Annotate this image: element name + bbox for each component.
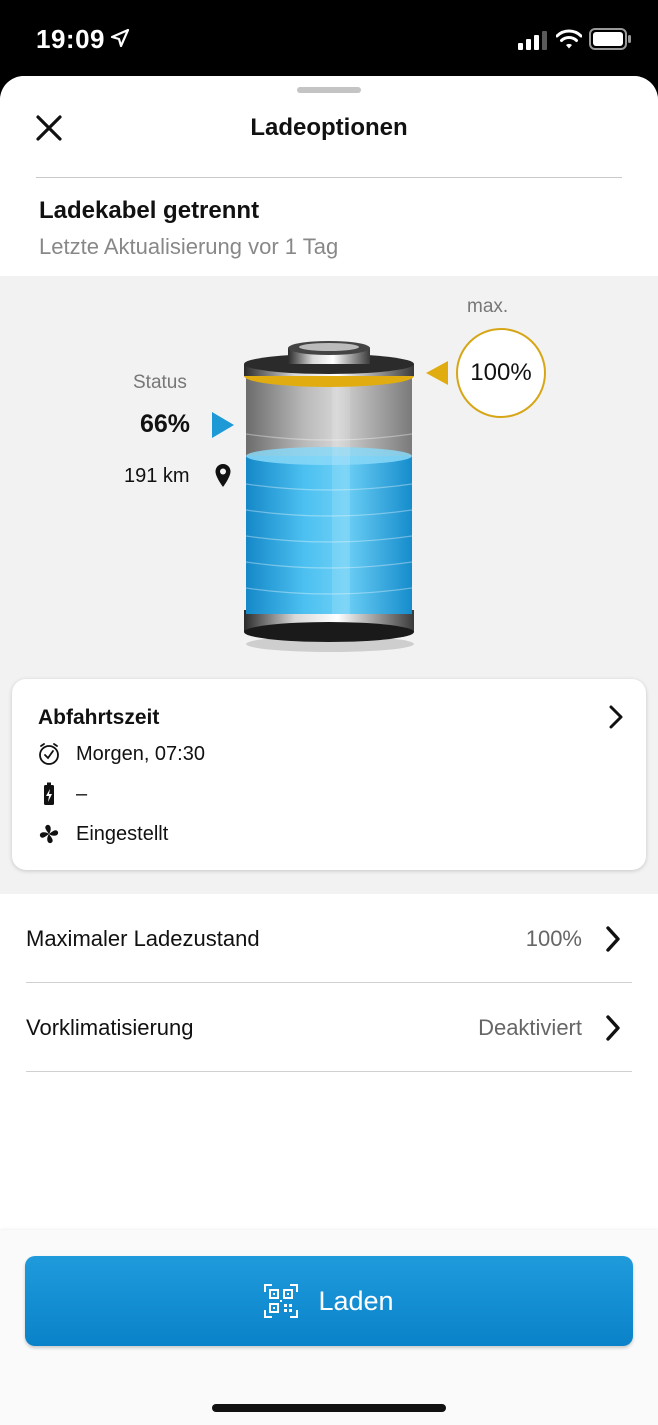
sheet-header: Ladeoptionen Ladekabel getrennt Letzte A… — [0, 76, 658, 276]
max-label: max. — [467, 296, 509, 317]
battery-graphic — [244, 341, 414, 652]
charging-options-sheet: Ladeoptionen Ladekabel getrennt Letzte A… — [0, 76, 658, 1425]
departure-climate-row: Eingestellt — [38, 820, 168, 848]
cable-status: Ladekabel getrennt — [39, 197, 260, 224]
list-item-label: Maximaler Ladezustand — [26, 926, 260, 951]
chevron-right-icon — [606, 926, 620, 952]
header-divider — [36, 177, 622, 178]
clock-icon — [39, 743, 59, 765]
list-item-max-charge[interactable]: Maximaler Ladezustand 100% — [26, 894, 632, 983]
chevron-right-icon — [609, 705, 623, 729]
departure-charge-row: – — [38, 780, 87, 808]
bottom-action-bar: Laden — [0, 1230, 658, 1425]
status-percentage: 66% — [140, 410, 191, 438]
departure-title: Abfahrtszeit — [38, 706, 160, 729]
departure-time-card[interactable]: Abfahrtszeit Morgen, 07:30 – Eingestellt — [12, 679, 646, 870]
settings-list: Maximaler Ladezustand 100% Vorklimatisie… — [0, 894, 658, 1230]
list-item-label: Vorklimatisierung — [26, 1015, 194, 1040]
charge-button-label: Laden — [318, 1285, 394, 1316]
home-indicator — [212, 1404, 446, 1412]
qr-code-icon — [264, 1284, 299, 1318]
list-item-value: Deaktiviert — [478, 1015, 582, 1040]
list-item-value: 100% — [525, 926, 582, 951]
departure-time-row: Morgen, 07:30 — [38, 740, 205, 768]
cellular-signal-icon — [518, 31, 547, 50]
list-item-preclimatization[interactable]: Vorklimatisierung Deaktiviert — [26, 983, 632, 1072]
battery-charge-icon — [44, 782, 54, 805]
sheet-grabber[interactable] — [297, 87, 361, 93]
status-time: 19:09 — [36, 24, 105, 54]
location-pin-icon — [215, 464, 231, 487]
status-label: Status — [133, 372, 187, 393]
page-title: Ladeoptionen — [250, 114, 408, 141]
wifi-icon — [556, 29, 582, 49]
fan-icon — [39, 824, 59, 844]
last-update-text: Letzte Aktualisierung vor 1 Tag — [39, 234, 339, 259]
max-charge-value: 100% — [470, 359, 532, 386]
battery-fill-level — [246, 456, 412, 614]
departure-climate-value: Eingestellt — [76, 822, 169, 845]
battery-status-icon — [589, 28, 631, 50]
departure-charge-value: – — [76, 782, 88, 805]
max-pointer-icon — [426, 361, 448, 385]
departure-time-value: Morgen, 07:30 — [76, 742, 205, 765]
range-value: 191 km — [124, 465, 190, 487]
charge-button[interactable]: Laden — [25, 1256, 633, 1346]
location-arrow-icon — [110, 28, 130, 48]
max-charge-badge[interactable]: 100% — [456, 328, 546, 418]
status-bar: 19:09 — [0, 0, 658, 78]
status-pointer-icon — [212, 412, 234, 438]
chevron-right-icon — [606, 1015, 620, 1041]
